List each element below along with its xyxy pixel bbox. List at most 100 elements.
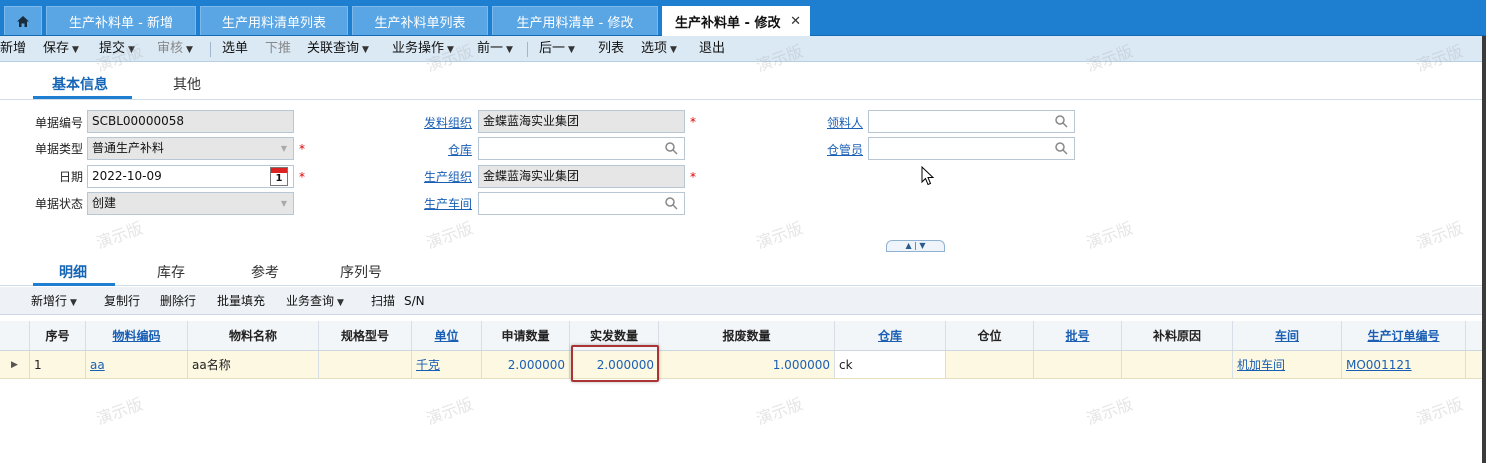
col-header[interactable]: 补料原因 xyxy=(1122,321,1233,350)
copy-row-button[interactable]: 复制行 xyxy=(104,287,140,315)
prod-org-field[interactable]: 金蝶蓝海实业集团 xyxy=(478,165,685,188)
chevron-down-icon: ▼ xyxy=(280,144,287,153)
bill-no-label: 单据编号 xyxy=(34,116,83,130)
caret-down-icon: ▼ xyxy=(506,45,513,55)
col-header[interactable]: 车间 xyxy=(1233,321,1342,350)
col-header[interactable]: 仓库 xyxy=(835,321,946,350)
new-button[interactable]: 新增 xyxy=(0,36,26,62)
window-edge xyxy=(1482,36,1486,463)
tab-bom-list[interactable]: 生产用料清单列表 xyxy=(200,6,348,35)
next-button[interactable]: 后一 ▼ xyxy=(539,36,575,62)
cell-seq: 1 xyxy=(30,351,86,378)
picker-field[interactable] xyxy=(868,110,1075,133)
chevron-up-icon: ▲ xyxy=(905,241,912,250)
save-button[interactable]: 保存 ▼ xyxy=(43,36,79,62)
delete-row-button[interactable]: 删除行 xyxy=(160,287,196,315)
tab-basic-info[interactable]: 基本信息 xyxy=(52,74,108,94)
workshop-label[interactable]: 生产车间 xyxy=(400,195,472,212)
batch-fill-button[interactable]: 批量填充 xyxy=(217,287,265,315)
col-header[interactable]: 序号 xyxy=(30,321,86,350)
cell-lot[interactable] xyxy=(1034,351,1122,378)
collapse-toggle[interactable]: ▲ | ▼ xyxy=(886,240,945,252)
col-header[interactable]: 仓位 xyxy=(946,321,1034,350)
row-arrow-icon[interactable]: ▶ xyxy=(0,351,30,378)
date-field[interactable]: 2022-10-09 1 xyxy=(87,165,294,188)
biz-query-button[interactable]: 业务查询 ▼ xyxy=(286,287,344,315)
cell-reason[interactable] xyxy=(1122,351,1233,378)
tab-label: 生产用料清单列表 xyxy=(221,15,326,31)
table-row[interactable]: ▶ 1 aa aa名称 千克 2.000000 2.000000 1.00000… xyxy=(0,351,1486,379)
search-icon[interactable] xyxy=(1054,141,1068,155)
issue-org-field[interactable]: 金蝶蓝海实业集团 xyxy=(478,110,685,133)
col-header[interactable]: 规格型号 xyxy=(319,321,412,350)
tab-bill-new[interactable]: 生产补料单 - 新增 xyxy=(46,6,196,35)
caret-down-icon: ▼ xyxy=(186,45,193,55)
push-down-button[interactable]: 下推 xyxy=(265,36,291,62)
options-button[interactable]: 选项 ▼ xyxy=(641,36,677,62)
col-header[interactable]: 物料名称 xyxy=(188,321,319,350)
search-icon[interactable] xyxy=(1054,114,1068,128)
cell-warehouse[interactable]: ck xyxy=(835,351,946,378)
tab-label: 生产用料清单 - 修改 xyxy=(516,15,634,31)
add-row-button[interactable]: 新增行 ▼ xyxy=(31,287,77,315)
tab-stock[interactable]: 库存 xyxy=(157,262,185,282)
keeper-field[interactable] xyxy=(868,137,1075,160)
related-query-button[interactable]: 关联查询 ▼ xyxy=(307,36,369,62)
col-header[interactable]: 申请数量 xyxy=(482,321,570,350)
exit-button[interactable]: 退出 xyxy=(699,36,725,62)
cell-material-code[interactable]: aa xyxy=(86,351,188,378)
bill-type-select[interactable]: 普通生产补料 ▼ xyxy=(87,137,294,160)
date-label: 日期 xyxy=(58,170,83,184)
close-icon[interactable]: ✕ xyxy=(790,14,801,29)
search-icon[interactable] xyxy=(664,196,678,210)
cell-workshop[interactable]: 机加车间 xyxy=(1233,351,1342,378)
picker-label[interactable]: 领料人 xyxy=(800,114,863,131)
cell-material-name: aa名称 xyxy=(188,351,319,378)
cell-unit[interactable]: 千克 xyxy=(412,351,482,378)
select-bill-button[interactable]: 选单 xyxy=(222,36,248,62)
toolbar-divider xyxy=(527,42,528,57)
status-value: 创建 xyxy=(92,196,117,210)
date-value: 2022-10-09 xyxy=(92,169,162,183)
cell-spec[interactable] xyxy=(319,351,412,378)
cell-scrap-qty[interactable]: 1.000000 xyxy=(659,351,835,378)
cell-apply-qty[interactable]: 2.000000 xyxy=(482,351,570,378)
col-header[interactable]: 报废数量 xyxy=(659,321,835,350)
tab-bill-list[interactable]: 生产补料单列表 xyxy=(352,6,488,35)
bill-no-field[interactable]: SCBL00000058 xyxy=(87,110,294,133)
bill-type-value: 普通生产补料 xyxy=(92,141,165,155)
audit-button[interactable]: 审核 ▼ xyxy=(157,36,193,62)
tab-detail[interactable]: 明细 xyxy=(59,262,87,282)
tab-bill-edit[interactable]: 生产补料单 - 修改 ✕ xyxy=(662,6,810,36)
scan-button[interactable]: 扫描 xyxy=(371,287,395,315)
col-header[interactable]: 单位 xyxy=(412,321,482,350)
tab-bom-edit[interactable]: 生产用料清单 - 修改 xyxy=(492,6,658,35)
workshop-field[interactable] xyxy=(478,192,685,215)
prod-org-label[interactable]: 生产组织 xyxy=(400,168,472,185)
tab-serial[interactable]: 序列号 xyxy=(340,262,382,282)
status-label: 单据状态 xyxy=(34,197,83,211)
serial-number-button[interactable]: S/N xyxy=(404,287,425,315)
col-header[interactable]: 批号 xyxy=(1034,321,1122,350)
tab-other[interactable]: 其他 xyxy=(173,74,201,94)
previous-button[interactable]: 前一 ▼ xyxy=(477,36,513,62)
cell-location[interactable] xyxy=(946,351,1034,378)
status-select[interactable]: 创建 ▼ xyxy=(87,192,294,215)
watermark: 演示版 xyxy=(423,218,476,253)
home-tab[interactable] xyxy=(4,6,42,35)
caret-down-icon: ▼ xyxy=(362,45,369,55)
keeper-label[interactable]: 仓管员 xyxy=(800,141,863,158)
col-header[interactable]: 生产订单编号 xyxy=(1342,321,1466,350)
related-label: 关联查询 xyxy=(307,41,360,56)
cell-order-no[interactable]: MO001121 xyxy=(1342,351,1466,378)
issue-org-label[interactable]: 发料组织 xyxy=(400,114,472,131)
watermark: 演示版 xyxy=(1413,218,1466,253)
calendar-icon[interactable]: 1 xyxy=(270,167,288,186)
options-label: 选项 xyxy=(641,41,668,56)
tab-reference[interactable]: 参考 xyxy=(251,262,279,282)
warehouse-label[interactable]: 仓库 xyxy=(400,141,472,158)
search-icon[interactable] xyxy=(664,141,678,155)
col-header[interactable]: 物料编码 xyxy=(86,321,188,350)
warehouse-field[interactable] xyxy=(478,137,685,160)
list-button[interactable]: 列表 xyxy=(598,36,624,62)
